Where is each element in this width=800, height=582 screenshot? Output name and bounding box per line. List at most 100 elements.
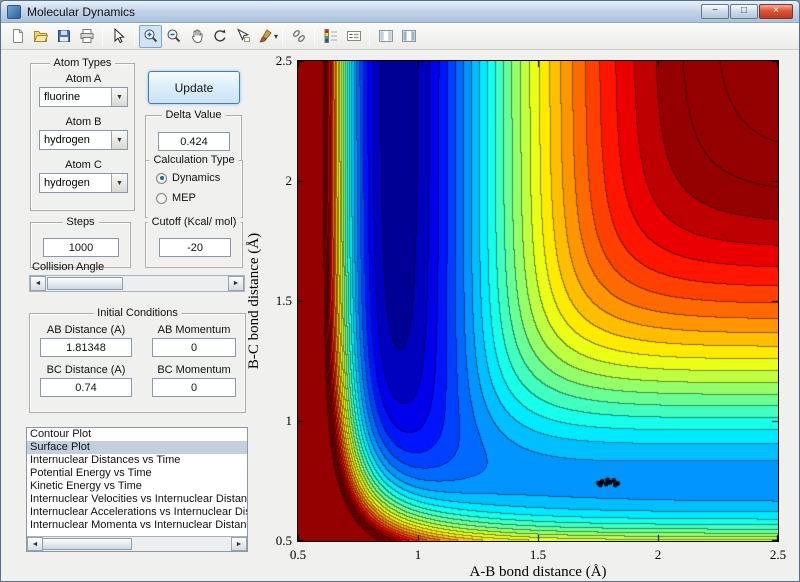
y-tick-label: 2.5: [275, 53, 292, 68]
atom-a-label: Atom A: [65, 73, 102, 85]
slider-right-arrow-icon[interactable]: ►: [228, 276, 244, 291]
calculation-type-title: Calculation Type: [149, 154, 239, 166]
toolbar-separator: [314, 27, 316, 45]
ab-momentum-field[interactable]: [152, 338, 236, 357]
link-plots-icon[interactable]: [287, 25, 310, 48]
initial-conditions-title: Initial Conditions: [93, 307, 182, 319]
list-item[interactable]: Potential Energy vs Time: [27, 467, 247, 480]
y-axis-label: B-C bond distance (Å): [246, 232, 262, 370]
radio-mep-label: MEP: [172, 192, 196, 204]
new-figure-icon[interactable]: [6, 25, 29, 48]
hide-plot-tools-icon[interactable]: [374, 25, 397, 48]
bc-momentum-label: BC Momentum: [157, 364, 231, 376]
show-plot-tools-icon[interactable]: [397, 25, 420, 48]
toolbar-separator: [102, 27, 103, 45]
atom-types-panel: Atom Types Atom A fluorine ▼ Atom B hydr…: [30, 57, 135, 211]
ab-distance-field[interactable]: [40, 338, 132, 357]
chevron-down-icon: ▼: [111, 131, 127, 149]
scrollbar-thumb[interactable]: [42, 538, 132, 550]
insert-legend-icon[interactable]: [342, 25, 365, 48]
delta-value-field[interactable]: [158, 132, 230, 151]
list-item[interactable]: Internuclear Distances vs Time: [27, 454, 247, 467]
atom-c-label: Atom C: [65, 159, 102, 171]
delta-value-title: Delta Value: [161, 109, 226, 121]
edit-plot-icon[interactable]: [107, 25, 130, 48]
x-tick-label: 2: [654, 547, 662, 562]
brush-dropdown-caret-icon[interactable]: ▾: [274, 32, 278, 41]
plot-type-listbox[interactable]: Contour Plot Surface Plot Internuclear D…: [26, 427, 248, 552]
maximize-button[interactable]: □: [730, 4, 758, 19]
ab-momentum-label: AB Momentum: [157, 324, 231, 336]
atom-c-value: hydrogen: [44, 177, 90, 189]
x-tick-label: 2.5: [769, 547, 787, 562]
contour-canvas[interactable]: [298, 61, 778, 541]
list-item[interactable]: Internuclear Velocities vs Internuclear …: [27, 493, 247, 506]
bc-distance-field[interactable]: [40, 378, 132, 397]
toolbar-separator: [282, 27, 284, 45]
open-file-icon[interactable]: [29, 25, 52, 48]
cutoff-field[interactable]: [159, 238, 231, 257]
y-tick-label: 1: [285, 413, 293, 428]
rotate-3d-icon[interactable]: [208, 25, 231, 48]
radio-dynamics-label: Dynamics: [172, 172, 221, 184]
radio-unselected-icon: [156, 192, 167, 204]
toolbar-separator: [134, 27, 135, 45]
title-bar[interactable]: Molecular Dynamics − □ ×: [1, 1, 799, 23]
insert-colorbar-icon[interactable]: [319, 25, 342, 48]
list-item[interactable]: Contour Plot: [27, 428, 247, 441]
zoom-in-icon[interactable]: [139, 24, 162, 48]
x-tick-label: 0.5: [289, 547, 307, 562]
atom-b-dropdown[interactable]: hydrogen ▼: [39, 130, 128, 150]
x-tick-label: 1.5: [529, 547, 547, 562]
zoom-out-icon[interactable]: [162, 25, 185, 48]
y-tick-label: 1.5: [275, 293, 292, 308]
cutoff-panel: Cutoff (Kcal/ mol): [145, 216, 243, 268]
toolbar-separator: [369, 27, 371, 45]
scroll-right-arrow-icon[interactable]: ►: [231, 537, 247, 551]
atom-b-value: hydrogen: [44, 134, 90, 146]
data-cursor-icon[interactable]: [231, 25, 254, 48]
y-tick-label: 0.5: [275, 533, 292, 548]
radio-mep[interactable]: MEP: [156, 192, 196, 204]
atom-a-value: fluorine: [44, 91, 81, 103]
app-window: Molecular Dynamics − □ × ▾ Atom Types At…: [0, 0, 800, 582]
cutoff-title: Cutoff (Kcal/ mol): [147, 216, 241, 228]
close-button[interactable]: ×: [759, 4, 793, 19]
window-title: Molecular Dynamics: [27, 4, 136, 19]
atom-c-dropdown[interactable]: hydrogen ▼: [39, 173, 128, 193]
ab-distance-label: AB Distance (A): [46, 324, 126, 336]
collision-angle-slider[interactable]: ◄ ►: [29, 275, 245, 292]
list-item[interactable]: Kinetic Energy vs Time: [27, 480, 247, 493]
chevron-down-icon: ▼: [111, 88, 127, 106]
radio-dynamics[interactable]: Dynamics: [156, 172, 220, 184]
radio-selected-icon: [156, 172, 167, 184]
figure-toolbar: ▾: [1, 23, 799, 50]
slider-left-arrow-icon[interactable]: ◄: [30, 276, 46, 291]
figure-content: Atom Types Atom A fluorine ▼ Atom B hydr…: [1, 51, 799, 581]
atom-a-dropdown[interactable]: fluorine ▼: [39, 87, 128, 107]
listbox-horizontal-scrollbar[interactable]: ◄ ►: [27, 536, 247, 551]
list-item-selected[interactable]: Surface Plot: [27, 441, 247, 454]
minimize-button[interactable]: −: [701, 4, 729, 19]
collision-angle-label: Collision Angle: [32, 261, 105, 273]
update-button[interactable]: Update: [148, 71, 240, 104]
y-tick-label: 2: [285, 173, 293, 188]
initial-conditions-panel: Initial Conditions AB Distance (A) AB Mo…: [29, 307, 246, 413]
atom-types-title: Atom Types: [49, 57, 116, 69]
steps-title: Steps: [62, 216, 99, 228]
bc-momentum-field[interactable]: [152, 378, 236, 397]
calculation-type-panel: Calculation Type Dynamics MEP: [145, 154, 243, 218]
pes-contour-axes: 0.5 1 1.5 2 2.5 0.5 1 1.5 2 2.5 A-B bond…: [246, 53, 786, 580]
save-figure-icon[interactable]: [52, 25, 75, 48]
x-tick-label: 1: [414, 547, 422, 562]
app-icon: [7, 4, 21, 19]
pan-icon[interactable]: [185, 25, 208, 48]
steps-field[interactable]: [43, 238, 119, 257]
slider-thumb[interactable]: [47, 277, 123, 290]
list-item[interactable]: Internuclear Momenta vs Internuclear Dis…: [27, 519, 247, 532]
atom-b-label: Atom B: [65, 116, 102, 128]
x-axis-label: A-B bond distance (Å): [469, 564, 607, 580]
list-item[interactable]: Internuclear Accelerations vs Internucle…: [27, 506, 247, 519]
print-figure-icon[interactable]: [75, 25, 98, 48]
scroll-left-arrow-icon[interactable]: ◄: [27, 537, 43, 551]
